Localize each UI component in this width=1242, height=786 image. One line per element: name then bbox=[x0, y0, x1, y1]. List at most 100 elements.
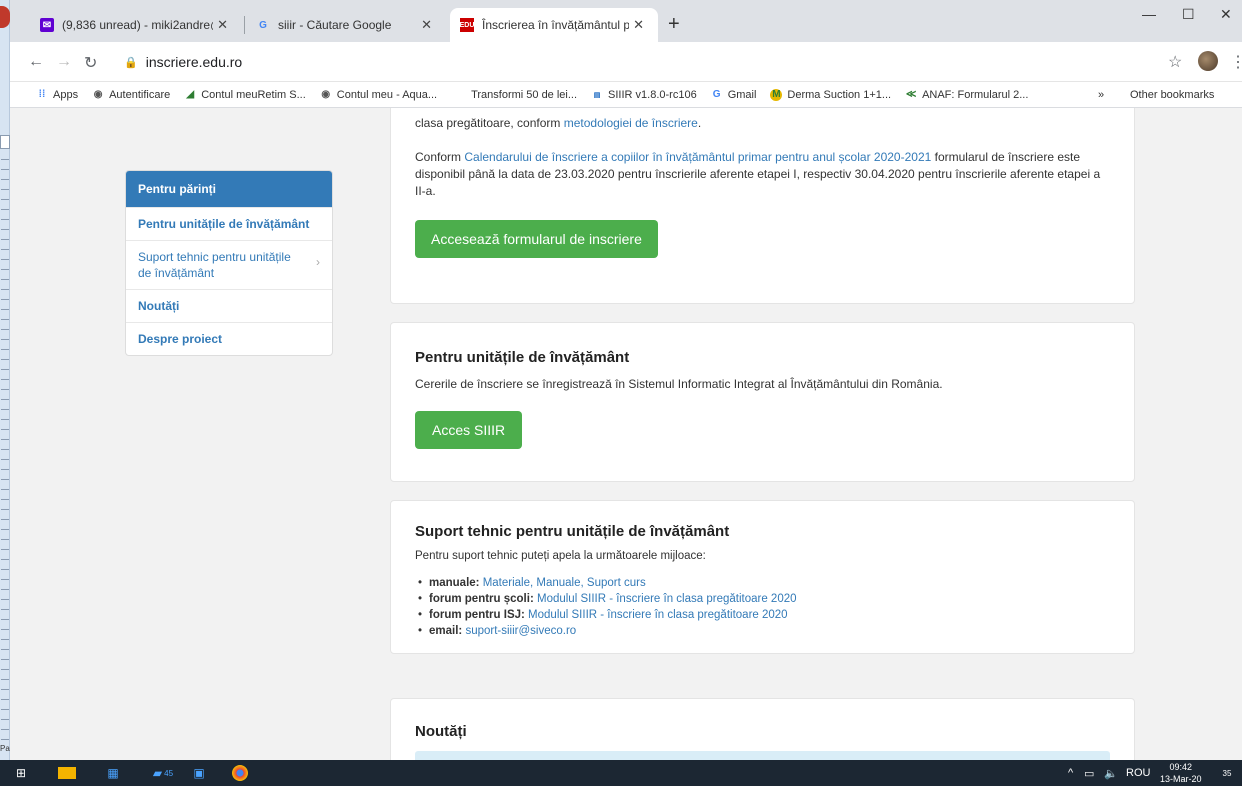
bookmark-transformi[interactable]: Transformi 50 de lei... bbox=[471, 89, 577, 101]
file-explorer-icon[interactable] bbox=[58, 767, 76, 779]
retim-icon: ◢ bbox=[186, 89, 195, 100]
volume-icon[interactable]: 🔈 bbox=[1104, 767, 1118, 780]
nav-item-parinti[interactable]: Pentru părinți bbox=[126, 171, 332, 207]
new-tab-icon[interactable]: + bbox=[668, 14, 680, 34]
bookmark-label: Gmail bbox=[727, 88, 757, 101]
nav-item-suport-tehnic[interactable]: Suport tehnic pentru unitățile de învăță… bbox=[126, 240, 332, 289]
close-icon[interactable]: ✕ bbox=[629, 17, 648, 33]
methodology-link[interactable]: metodologiei de înscriere bbox=[564, 116, 698, 130]
page-viewport[interactable]: Pentru părinți Pentru unitățile de învăț… bbox=[10, 108, 1242, 760]
news-panel: Noutăți bbox=[390, 698, 1135, 760]
forward-icon[interactable]: → bbox=[56, 53, 72, 71]
chrome-icon[interactable] bbox=[232, 765, 248, 781]
word-app-icon[interactable]: ▣ bbox=[190, 765, 208, 781]
anaf-icon: ≪ bbox=[905, 89, 917, 100]
section-text: Cererile de înscriere se înregistrează î… bbox=[415, 377, 943, 391]
close-window-icon[interactable]: ✕ bbox=[1220, 6, 1232, 23]
close-icon[interactable]: ✕ bbox=[213, 17, 232, 33]
back-icon[interactable]: ← bbox=[28, 53, 44, 71]
derma-icon: M bbox=[770, 88, 783, 101]
bookmark-autentificare[interactable]: ◉ Autentificare bbox=[92, 89, 171, 101]
word-ruler-strip: Pa bbox=[0, 0, 10, 760]
item-label: manuale: bbox=[429, 577, 480, 589]
bookmark-gmail[interactable]: G Gmail bbox=[711, 89, 757, 101]
bookmark-label: Transformi 50 de lei... bbox=[471, 88, 578, 101]
manuale-link[interactable]: Materiale, Manuale, Suport curs bbox=[483, 577, 646, 589]
tab-inscriere[interactable]: EDU Înscrierea în învățământul primar ✕ bbox=[450, 8, 658, 42]
time: 09:42 bbox=[1169, 762, 1193, 772]
nav-item-despre-proiect[interactable]: Despre proiect bbox=[126, 322, 332, 355]
tab-separator bbox=[244, 16, 245, 34]
tab-google-search[interactable]: G siiir - Căutare Google ✕ bbox=[246, 8, 446, 42]
bookmark-apps[interactable]: ⁞⁞ Apps bbox=[36, 89, 78, 101]
google-icon: G bbox=[712, 89, 721, 100]
bookmark-label: SIIIR v1.8.0-rc106 bbox=[608, 88, 697, 101]
network-icon[interactable]: ▭ bbox=[1084, 767, 1094, 780]
minimize-icon[interactable]: — bbox=[1142, 6, 1156, 22]
section-title: Pentru unitățile de învățământ bbox=[415, 349, 630, 366]
edu-icon: EDU bbox=[460, 18, 474, 32]
list-item: forum pentru ISJ: Modulul SIIIR - înscri… bbox=[415, 607, 1110, 623]
reload-icon[interactable]: ↻ bbox=[84, 53, 97, 73]
apps-grid-icon: ⁞⁞ bbox=[38, 89, 46, 100]
mail-icon: ✉ bbox=[40, 18, 54, 32]
ruler-tab-selector[interactable] bbox=[0, 135, 10, 149]
maximize-icon[interactable]: ☐ bbox=[1182, 6, 1195, 23]
notification-center-icon[interactable]: 35 bbox=[1218, 765, 1236, 781]
clock[interactable]: 09:42 13-Mar-20 bbox=[1160, 761, 1202, 785]
tab-title: Înscrierea în învățământul primar bbox=[482, 18, 630, 32]
bookmark-anaf[interactable]: ≪ ANAF: Formularul 2... bbox=[905, 88, 1029, 101]
strip-label: Pa bbox=[0, 744, 10, 753]
bookmark-label: Contul meuRetim S... bbox=[201, 88, 306, 101]
globe-icon: ◉ bbox=[321, 89, 331, 100]
browser-tab-bar: ✉ (9,836 unread) - miki2andre@ya ✕ G sii… bbox=[10, 0, 1242, 42]
bookmark-star-icon[interactable]: ☆ bbox=[1168, 52, 1182, 72]
badge-count: 45 bbox=[164, 768, 174, 778]
section-intro: Pentru suport tehnic puteți apela la urm… bbox=[415, 550, 706, 562]
network-folder-icon[interactable]: ▰ 45 bbox=[146, 765, 180, 781]
section-title: Noutăți bbox=[415, 723, 467, 740]
news-alert bbox=[415, 751, 1110, 760]
forum-isj-link[interactable]: Modulul SIIIR - înscriere în clasa pregă… bbox=[528, 609, 788, 621]
bookmark-aqua[interactable]: ◉ Contul meu - Aqua... bbox=[320, 89, 437, 101]
calendar-paragraph: Conform Calendarului de înscriere a copi… bbox=[415, 149, 1110, 200]
bookmark-label: Other bookmarks bbox=[1130, 89, 1215, 101]
text: Conform bbox=[415, 150, 465, 164]
bookmark-label: ANAF: Formularul 2... bbox=[922, 88, 1029, 101]
item-label: forum pentru școli: bbox=[429, 593, 534, 605]
notification-count: 35 bbox=[1222, 768, 1232, 778]
access-form-button[interactable]: Accesează formularul de inscriere bbox=[415, 220, 658, 258]
close-icon[interactable]: ✕ bbox=[417, 17, 436, 33]
folder-glyph: ▰ bbox=[152, 766, 163, 780]
forum-scoli-link[interactable]: Modulul SIIIR - înscriere în clasa pregă… bbox=[537, 593, 797, 605]
bookmark-siiir[interactable]: ▤ SIIIR v1.8.0-rc106 bbox=[591, 89, 697, 101]
schools-panel: Pentru unitățile de învățământ Cererile … bbox=[390, 322, 1135, 482]
other-bookmarks-folder[interactable]: Other bookmarks bbox=[1130, 89, 1214, 101]
email-link[interactable]: suport-siiir@siveco.ro bbox=[465, 625, 576, 637]
google-icon: G bbox=[259, 19, 267, 31]
browser-toolbar: ← → ↻ 🔒 inscriere.edu.ro ☆ ⋮ bbox=[10, 42, 1242, 82]
language-indicator[interactable]: ROU bbox=[1126, 767, 1150, 779]
bookmark-retim[interactable]: ◢ Contul meuRetim S... bbox=[184, 88, 306, 101]
menu-icon[interactable]: ⋮ bbox=[1230, 52, 1242, 72]
nav-item-unitati[interactable]: Pentru unitățile de învățământ bbox=[126, 207, 332, 240]
acces-siiir-button[interactable]: Acces SIIIR bbox=[415, 411, 523, 449]
bookmark-label: Contul meu - Aqua... bbox=[336, 88, 438, 101]
bookmark-derma[interactable]: M Derma Suction 1+1... bbox=[770, 88, 891, 101]
section-title: Suport tehnic pentru unitățile de învăță… bbox=[415, 523, 730, 540]
tab-yahoo-mail[interactable]: ✉ (9,836 unread) - miki2andre@ya ✕ bbox=[30, 8, 242, 42]
bookmarks-bar: ⁞⁞ Apps ◉ Autentificare ◢ Contul meuReti… bbox=[10, 82, 1242, 108]
windows-start-icon[interactable]: ⊞ bbox=[12, 765, 30, 781]
calendar-link[interactable]: Calendarului de înscriere a copiilor în … bbox=[464, 150, 931, 164]
list-item: forum pentru școli: Modulul SIIIR - însc… bbox=[415, 591, 1110, 607]
item-label: forum pentru ISJ: bbox=[429, 609, 525, 621]
address-bar[interactable]: 🔒 inscriere.edu.ro bbox=[110, 48, 1150, 76]
side-navigation: Pentru părinți Pentru unitățile de învăț… bbox=[125, 170, 333, 356]
bookmarks-overflow-button[interactable]: » bbox=[1098, 89, 1104, 101]
nav-item-noutati[interactable]: Noutăți bbox=[126, 289, 332, 322]
tray-up-icon[interactable]: ^ bbox=[1068, 767, 1073, 779]
profile-avatar[interactable] bbox=[1198, 51, 1218, 71]
support-panel: Suport tehnic pentru unitățile de învăță… bbox=[390, 500, 1135, 654]
windows-taskbar: ⊞ ▦ ▰ 45 ▣ ^ ▭ 🔈 ROU 09:42 13-Mar-20 35 bbox=[0, 760, 1242, 786]
calendar-app-icon[interactable]: ▦ bbox=[104, 765, 122, 781]
